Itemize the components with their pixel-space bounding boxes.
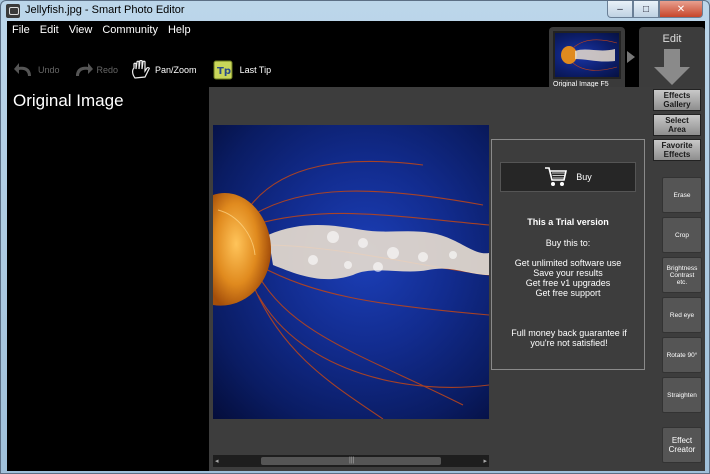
scrollbar-grip: ||| <box>349 457 355 464</box>
effect-creator-button[interactable]: Effect Creator <box>662 427 702 463</box>
window-title: Jellyfish.jpg - Smart Photo Editor <box>25 4 185 16</box>
brightness-line: Brightness <box>666 264 698 272</box>
effects-gallery-line: Effects <box>663 91 691 100</box>
benefit-item: Get free v1 upgrades <box>525 278 611 288</box>
guarantee-line: you're not satisfied! <box>530 338 608 348</box>
brightness-line: Contrast <box>669 271 695 279</box>
effect-creator-line: Effect <box>671 436 693 445</box>
buy-button[interactable]: Buy <box>500 162 636 192</box>
red-eye-tool-button[interactable]: Red eye <box>662 297 702 333</box>
menu-bar: File Edit View Community Help <box>7 21 196 39</box>
maximize-button[interactable]: □ <box>633 1 659 18</box>
undo-icon <box>14 63 31 76</box>
scroll-left-icon[interactable]: ◂ <box>215 457 219 465</box>
thumbnail-image <box>553 31 621 79</box>
shopping-cart-icon <box>545 167 568 186</box>
undo-button[interactable]: Undo <box>13 61 60 79</box>
close-button[interactable]: ✕ <box>659 1 703 18</box>
editor-area: ◂ ||| ▸ Buy This a Trial version Buy thi… <box>209 87 705 471</box>
client-area: File Edit View Community Help Undo Redo <box>7 21 705 471</box>
favorite-effects-line: Effects <box>663 150 691 159</box>
trial-panel: Buy This a Trial version Buy this to: Ge… <box>491 139 645 370</box>
trial-subheading: Buy this to: <box>545 238 591 248</box>
undo-label: Undo <box>38 65 60 75</box>
arrow-down-icon <box>654 49 690 85</box>
favorite-effects-button[interactable]: Favorite Effects <box>653 139 701 161</box>
redo-label: Redo <box>96 65 119 75</box>
buy-label: Buy <box>576 172 592 182</box>
brightness-line: etc. <box>676 278 688 286</box>
money-back-guarantee: Full money back guarantee if you're not … <box>506 328 632 348</box>
menu-community[interactable]: Community <box>97 21 163 39</box>
last-tip-button[interactable]: Tp Last Tip <box>213 60 272 80</box>
straighten-tool-button[interactable]: Straighten <box>662 377 702 413</box>
select-area-button[interactable]: Select Area <box>653 114 701 136</box>
rotate-90-button[interactable]: Rotate 90° <box>662 337 702 373</box>
erase-tool-button[interactable]: Erase <box>662 177 702 213</box>
effects-gallery-button[interactable]: Effects Gallery <box>653 89 701 111</box>
original-image-thumbnail[interactable]: Original Image F5 <box>549 27 625 93</box>
title-bar[interactable]: Jellyfish.jpg - Smart Photo Editor – □ ✕ <box>1 1 709 21</box>
edit-tab[interactable]: Edit <box>639 27 705 93</box>
minimize-button[interactable]: – <box>607 1 633 18</box>
favorite-effects-line: Favorite <box>661 141 693 150</box>
select-area-line: Select <box>665 116 689 125</box>
edit-tab-label: Edit <box>662 33 682 45</box>
trial-heading: This a Trial version <box>527 217 609 227</box>
hand-icon <box>132 60 150 79</box>
scroll-right-icon[interactable]: ▸ <box>483 457 487 465</box>
menu-view[interactable]: View <box>64 21 98 39</box>
menu-help[interactable]: Help <box>163 21 196 39</box>
redo-button[interactable]: Redo <box>72 61 119 79</box>
app-icon <box>6 4 20 18</box>
chevron-right-icon <box>627 51 635 63</box>
select-area-line: Area <box>668 125 686 134</box>
pan-zoom-label: Pan/Zoom <box>155 65 197 75</box>
brightness-contrast-button[interactable]: Brightness Contrast etc. <box>662 257 702 293</box>
redo-icon <box>75 63 93 76</box>
trial-benefits: Get unlimited software use Save your res… <box>492 258 644 298</box>
benefit-item: Get free support <box>535 288 601 298</box>
toolbar: Undo Redo Pan/Zoom Tp Last Tip <box>7 57 271 83</box>
menu-file[interactable]: File <box>7 21 35 39</box>
last-tip-label: Last Tip <box>239 65 272 75</box>
tip-icon: Tp <box>213 60 233 80</box>
app-window: Jellyfish.jpg - Smart Photo Editor – □ ✕… <box>0 0 710 474</box>
crop-tool-button[interactable]: Crop <box>662 217 702 253</box>
svg-text:Tp: Tp <box>217 66 231 77</box>
benefit-item: Get unlimited software use <box>514 258 622 268</box>
horizontal-scrollbar[interactable]: ◂ ||| ▸ <box>213 455 489 467</box>
menu-edit[interactable]: Edit <box>35 21 64 39</box>
pan-zoom-button[interactable]: Pan/Zoom <box>130 60 197 80</box>
guarantee-line: Full money back guarantee if <box>511 328 627 338</box>
jellyfish-image[interactable] <box>213 125 489 419</box>
window-controls: – □ ✕ <box>607 1 703 18</box>
effect-creator-line: Creator <box>668 445 696 454</box>
original-image-title: Original Image <box>13 91 124 110</box>
benefit-item: Save your results <box>533 268 603 278</box>
effects-gallery-line: Gallery <box>663 100 691 109</box>
